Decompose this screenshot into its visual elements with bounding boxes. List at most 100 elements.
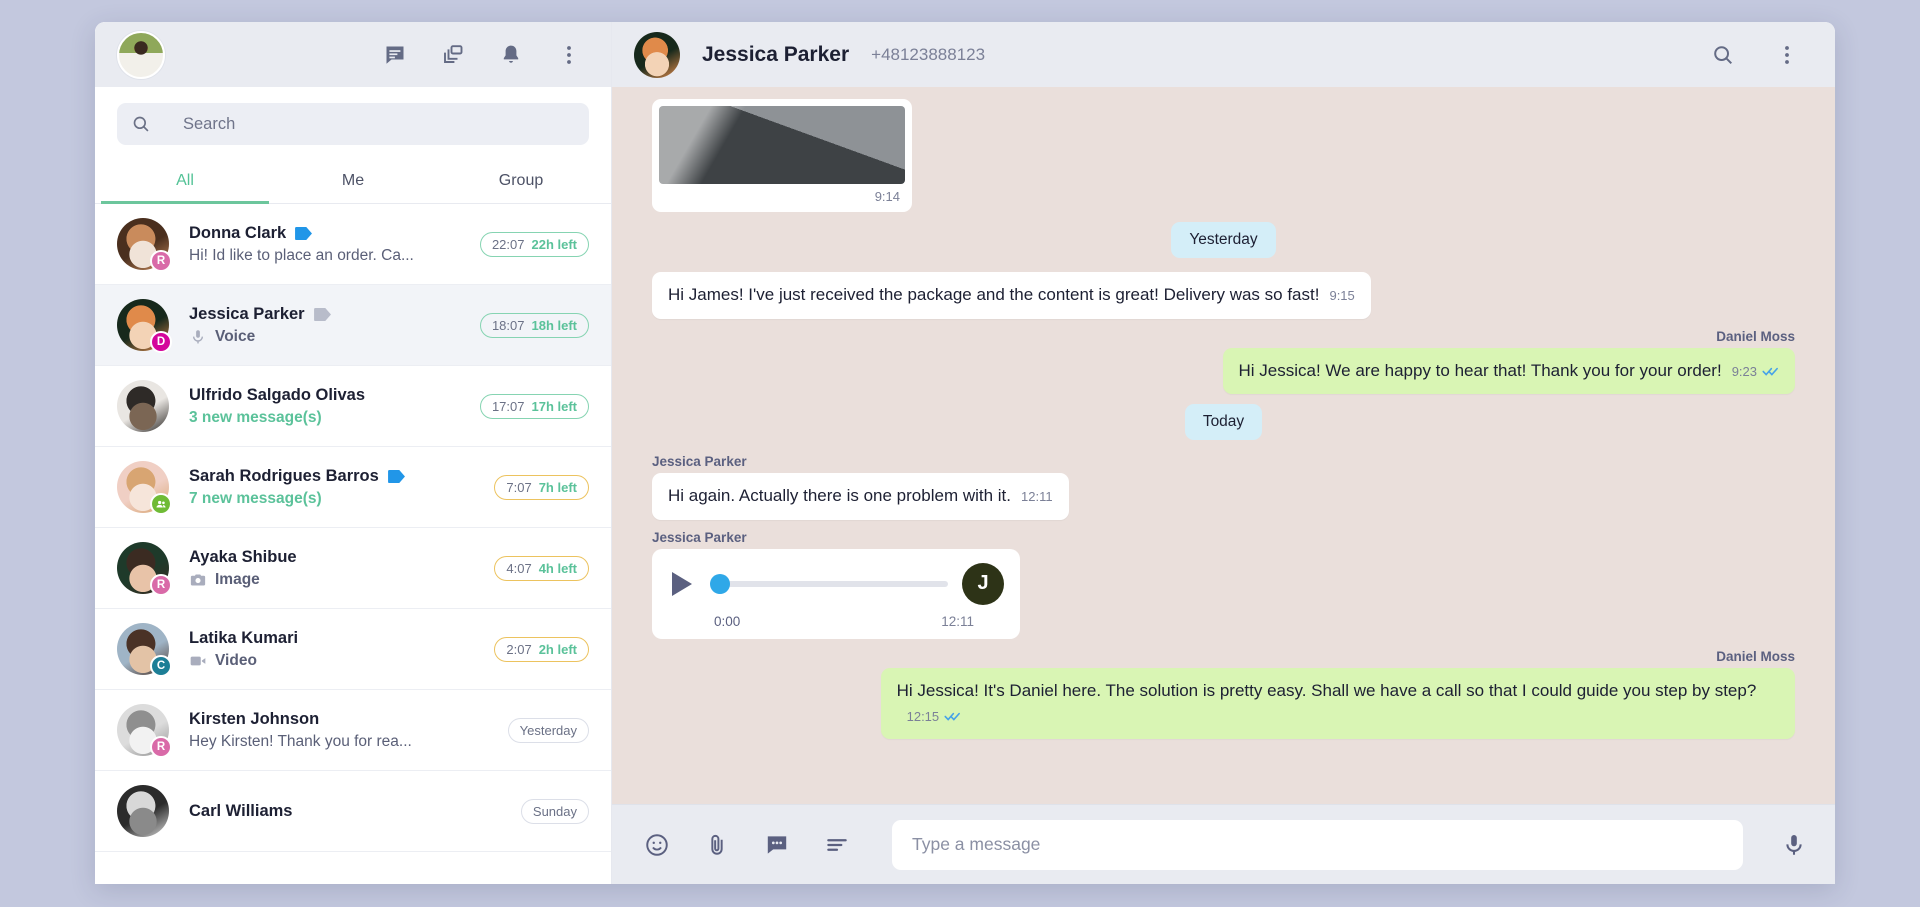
message-list: 9:14 Yesterday Hi James! I've just receive…	[612, 87, 1835, 804]
conversation-preview-text: Image	[215, 570, 260, 588]
image-message-bubble[interactable]: 9:14	[652, 99, 912, 212]
conversation-avatar-wrap: R	[117, 542, 172, 596]
message-column: Daniel Moss Hi Jessica! It's Daniel here.…	[880, 649, 1795, 740]
voice-current-time: 0:00	[714, 613, 741, 629]
message-time: 9:23	[1731, 363, 1757, 379]
message-input[interactable]	[892, 819, 1743, 870]
conversation-title-row: Carl Williams	[189, 802, 509, 821]
conversation-item[interactable]: R Ayaka Shibue Image 4:07 4h left	[95, 528, 611, 609]
more-vertical-icon[interactable]	[557, 43, 581, 67]
conversation-meta: 22:07 22h left	[479, 231, 589, 257]
emoji-icon[interactable]	[644, 832, 670, 858]
chat-contact-avatar[interactable]	[634, 31, 680, 78]
camera-icon	[189, 571, 207, 589]
conversation-time-badge: 22:07 22h left	[479, 231, 589, 257]
sidebar-header	[95, 22, 611, 87]
conversation-status-badge: D	[150, 331, 172, 353]
play-icon[interactable]	[672, 571, 692, 596]
conversation-avatar-wrap	[117, 461, 172, 515]
conversation-item[interactable]: R Kirsten Johnson Hey Kirsten! Thank you f…	[95, 690, 611, 771]
search-input[interactable]	[183, 114, 575, 134]
voice-progress-thumb[interactable]	[710, 573, 730, 594]
message-row: Daniel Moss Hi Jessica! It's Daniel here.…	[652, 649, 1795, 740]
conversation-avatar-wrap: D	[117, 299, 172, 353]
conversation-body: Donna Clark Hi! Id like to place an order…	[189, 224, 468, 265]
quick-reply-icon[interactable]	[764, 832, 790, 858]
conversation-title-row: Ayaka Shibue	[189, 548, 482, 567]
conversation-item[interactable]: D Jessica Parker Voice 18:07 18h left	[95, 285, 611, 366]
message-bubble[interactable]: Hi Jessica! It's Daniel here. The soluti…	[880, 667, 1795, 740]
tab-all[interactable]: All	[101, 161, 269, 204]
conversation-preview: Hey Kirsten! Thank you for rea...	[189, 733, 496, 751]
user-avatar[interactable]	[117, 30, 165, 79]
voice-sender-avatar: J	[962, 562, 1004, 605]
message-column: Jessica Parker J 0:00 12:11	[652, 530, 1020, 639]
conversation-avatar-wrap: C	[117, 623, 172, 677]
conversation-item[interactable]: C Latika Kumari Video 2:07 2h left	[95, 609, 611, 690]
conversation-body: Jessica Parker Voice	[189, 305, 468, 346]
conversation-time: 22:07	[491, 236, 525, 252]
conversation-item[interactable]: Ulfrido Salgado Olivas 3 new message(s) 17…	[95, 366, 611, 447]
conversation-time: 17:07	[491, 398, 525, 414]
search-icon	[131, 114, 151, 134]
bell-icon[interactable]	[499, 43, 523, 67]
search-icon[interactable]	[1711, 43, 1735, 67]
conversation-preview-text: 3 new message(s)	[189, 408, 322, 426]
microphone-icon[interactable]	[1781, 832, 1807, 858]
conversation-meta: Yesterday	[507, 717, 589, 743]
message-column: 9:14	[652, 99, 912, 212]
chat-contact-name: Jessica Parker	[702, 42, 850, 66]
voice-progress-track[interactable]	[710, 573, 948, 594]
conversation-item[interactable]: R Donna Clark Hi! Id like to place an orde…	[95, 204, 611, 285]
conversation-title-row: Donna Clark	[189, 224, 468, 243]
chat-icon[interactable]	[383, 43, 407, 67]
message-column: Daniel Moss Hi Jessica! We are happy to h…	[1222, 329, 1795, 395]
attachment-icon[interactable]	[704, 832, 730, 858]
search-box[interactable]	[117, 103, 589, 145]
conversation-preview: Image	[189, 571, 482, 589]
conversation-avatar-wrap: R	[117, 704, 172, 758]
date-separator: Today	[1184, 404, 1263, 441]
message-time: 9:15	[1329, 288, 1355, 303]
message-time: 9:14	[874, 189, 900, 204]
app-window: All Me Group R Donna Clark Hi! Id like to …	[95, 22, 1835, 884]
conversation-time-left: 17h left	[531, 398, 577, 414]
conversation-preview-text: Hey Kirsten! Thank you for rea...	[189, 732, 412, 750]
chat-header: Jessica Parker +48123888123	[612, 22, 1835, 87]
message-time: 12:11	[1021, 489, 1053, 505]
conversation-item[interactable]: Carl Williams Sunday	[95, 771, 611, 852]
date-separator-row: Today	[652, 404, 1795, 441]
message-row: Jessica Parker J 0:00 12:11	[652, 530, 1795, 639]
message-row: Jessica Parker Hi again. Actually there i…	[652, 454, 1795, 520]
message-bubble[interactable]: Hi again. Actually there is one problem …	[652, 473, 1069, 520]
read-receipt-icon	[944, 710, 961, 722]
message-row: Hi James! I've just received the package…	[652, 272, 1795, 319]
conversation-status-badge: R	[150, 574, 172, 596]
conversation-list: R Donna Clark Hi! Id like to place an orde…	[95, 204, 611, 884]
message-text: Hi again. Actually there is one problem …	[668, 486, 1012, 506]
conversation-body: Ayaka Shibue Image	[189, 548, 482, 589]
avatar	[117, 380, 169, 432]
chat-header-icons	[1711, 43, 1799, 67]
conversation-status-badge: R	[150, 250, 172, 272]
conversation-preview-text: Voice	[215, 327, 256, 345]
conversation-meta: 2:07 2h left	[494, 636, 589, 662]
conversation-time: 2:07	[506, 641, 532, 657]
tab-group[interactable]: Group	[437, 161, 605, 203]
voice-message[interactable]: J 0:00 12:11	[652, 548, 1020, 639]
message-bubble[interactable]: Hi James! I've just received the package…	[652, 272, 1371, 319]
conversation-title-row: Kirsten Johnson	[189, 710, 496, 729]
more-vertical-icon[interactable]	[1775, 43, 1799, 67]
message-row: 9:14	[652, 99, 1795, 212]
conversation-item[interactable]: Sarah Rodrigues Barros 7 new message(s) 7:…	[95, 447, 611, 528]
conversation-time-left: 4h left	[538, 560, 577, 576]
message-image[interactable]	[659, 106, 905, 184]
date-separator-row: Yesterday	[652, 222, 1795, 258]
template-icon[interactable]	[824, 832, 850, 858]
message-bubble[interactable]: Hi Jessica! We are happy to hear that! T…	[1222, 347, 1795, 395]
conversation-time-left: 7h left	[538, 479, 577, 495]
conversation-title-row: Sarah Rodrigues Barros	[189, 467, 482, 486]
message-time: 12:15	[906, 708, 940, 724]
layers-icon[interactable]	[441, 43, 465, 67]
tab-me[interactable]: Me	[269, 161, 437, 203]
